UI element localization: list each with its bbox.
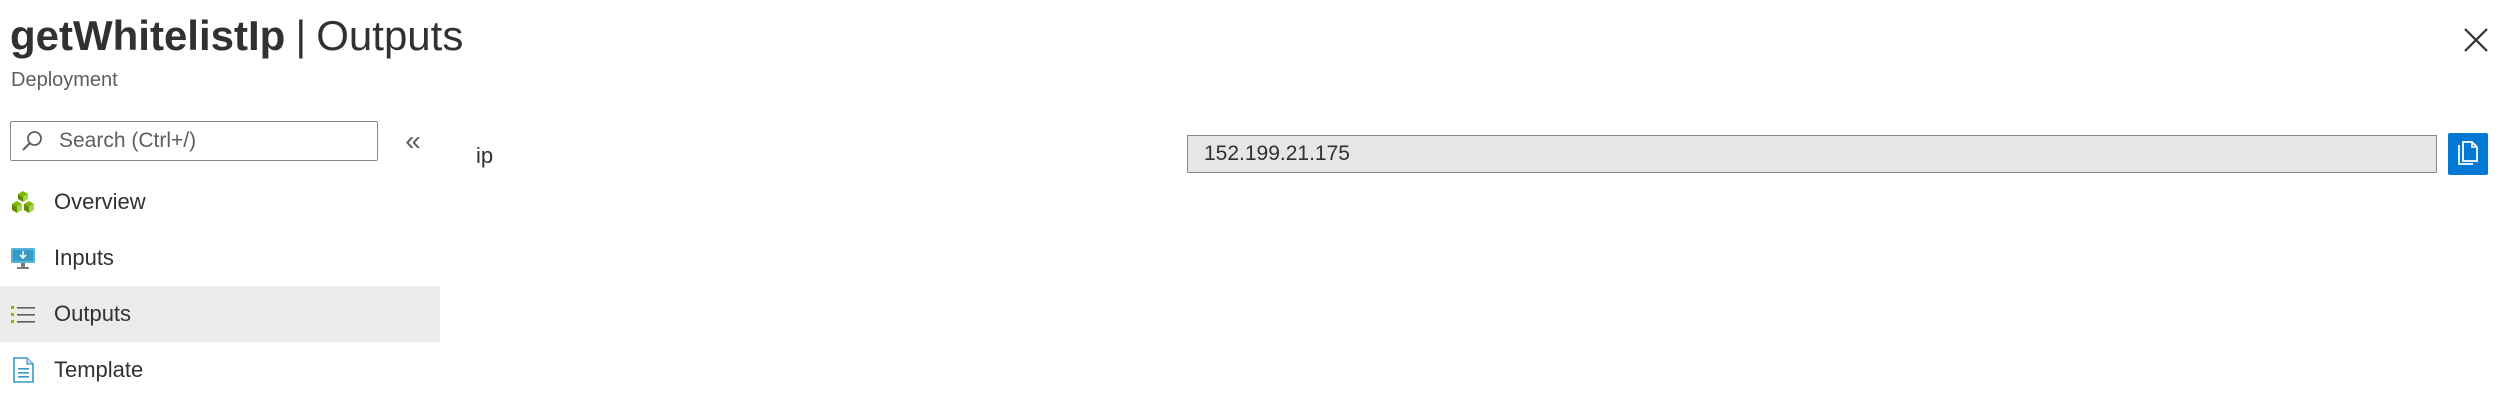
- sidebar-item-label: Template: [54, 357, 144, 382]
- close-icon: [2464, 28, 2488, 52]
- sidebar-item-overview[interactable]: Overview: [0, 174, 440, 230]
- copy-icon: [2458, 141, 2478, 165]
- page-title: getWhitelistIp | Outputs: [10, 10, 463, 62]
- sidebar-item-label: Overview: [54, 189, 146, 214]
- resource-name: getWhitelistIp: [10, 12, 286, 59]
- inputs-monitor-icon: [10, 245, 36, 271]
- page-subtitle: Deployment: [11, 69, 118, 91]
- title-separator: |: [295, 12, 307, 59]
- outputs-list-icon: [10, 301, 36, 327]
- copy-to-clipboard-button[interactable]: [2448, 133, 2488, 175]
- sidebar-item-label: Outputs: [54, 301, 132, 326]
- search-box[interactable]: [10, 121, 378, 161]
- output-name-ip: ip: [476, 143, 494, 168]
- sidebar-item-outputs[interactable]: Outputs: [0, 286, 440, 342]
- output-value-field[interactable]: 152.199.21.175: [1187, 135, 2437, 173]
- collapse-sidebar-button[interactable]: «: [396, 124, 430, 158]
- sidebar-item-label: Inputs: [54, 245, 114, 270]
- search-input[interactable]: [59, 129, 359, 153]
- double-chevron-left-icon: «: [405, 125, 421, 156]
- search-icon: [22, 131, 42, 151]
- overview-cubes-icon: [10, 189, 36, 215]
- outputs-page: getWhitelistIp|Outputs Deployment «: [0, 0, 2501, 407]
- sidebar-item-template[interactable]: Template: [0, 342, 440, 398]
- template-document-icon: [10, 357, 36, 383]
- section-name: Outputs: [316, 12, 464, 59]
- sidebar-item-inputs[interactable]: Inputs: [0, 230, 440, 286]
- close-button[interactable]: [2454, 18, 2498, 62]
- sidebar-nav: Overview Inputs Outputs Template: [0, 174, 440, 398]
